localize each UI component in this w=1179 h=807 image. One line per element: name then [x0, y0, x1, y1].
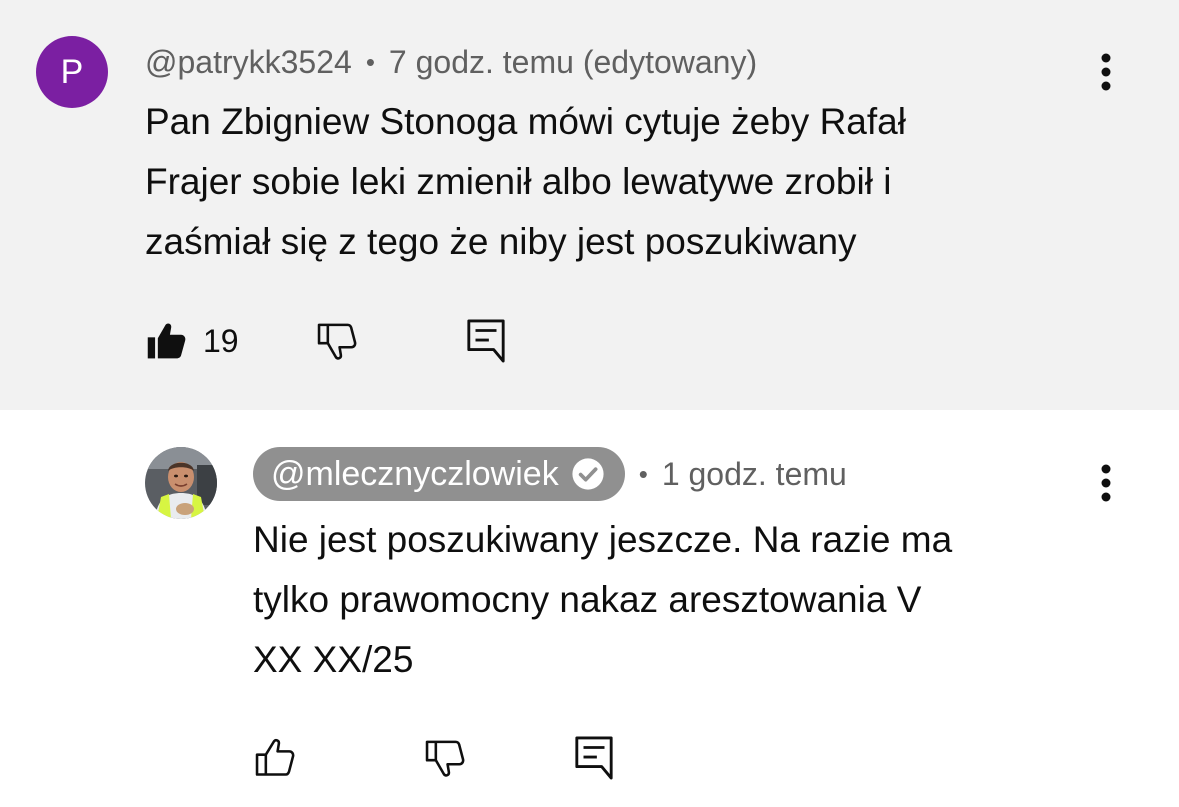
thumbs-up-outline-icon: [255, 738, 295, 776]
comment-actions: 19: [145, 316, 545, 366]
verified-icon: [572, 458, 604, 490]
like-button[interactable]: [253, 733, 297, 783]
reply-button[interactable]: [573, 733, 615, 783]
meta-separator: •: [365, 46, 375, 77]
comment-meta: @mlecznyczlowiek • 1 godz. temu: [253, 447, 847, 501]
comment-actions: [253, 733, 653, 783]
thumbs-down-outline-icon: [317, 323, 357, 360]
dislike-button[interactable]: [315, 316, 359, 366]
more-options-button[interactable]: [1086, 455, 1126, 511]
comment-meta: @patrykk3524 • 7 godz. temu (edytowany): [145, 40, 757, 84]
comment-text: Nie jest poszukiwany jeszcze. Na razie m…: [253, 519, 953, 680]
dislike-button[interactable]: [423, 733, 467, 783]
avatar-photo: [145, 447, 217, 519]
creator-handle-pill[interactable]: @mlecznyczlowiek: [253, 447, 625, 501]
thumbs-up-filled-icon: [147, 323, 186, 359]
more-vertical-icon: [1101, 464, 1111, 502]
avatar[interactable]: [145, 447, 217, 519]
like-button[interactable]: 19: [145, 316, 239, 366]
meta-separator: •: [638, 458, 648, 489]
like-count: 19: [203, 322, 239, 359]
comment-reply: @mlecznyczlowiek • 1 godz. temu Nie jest…: [0, 410, 1179, 807]
comment-parent: P @patrykk3524 • 7 godz. temu (edytowany…: [0, 0, 1179, 410]
thumbs-down-outline-icon: [425, 740, 465, 777]
reply-button[interactable]: [465, 316, 507, 366]
comment-time[interactable]: 7 godz. temu (edytowany): [389, 44, 757, 81]
comment-reply-icon: [467, 319, 505, 363]
comment-reply-icon: [575, 736, 613, 780]
comment-author[interactable]: @patrykk3524: [145, 44, 352, 81]
comment-text: Pan Zbigniew Stonoga mówi cytuje żeby Ra…: [145, 101, 906, 262]
more-vertical-icon: [1101, 53, 1111, 91]
avatar[interactable]: P: [36, 36, 108, 108]
comment-time[interactable]: 1 godz. temu: [662, 456, 847, 493]
more-options-button[interactable]: [1086, 44, 1126, 100]
comment-author: @mlecznyczlowiek: [271, 454, 559, 493]
